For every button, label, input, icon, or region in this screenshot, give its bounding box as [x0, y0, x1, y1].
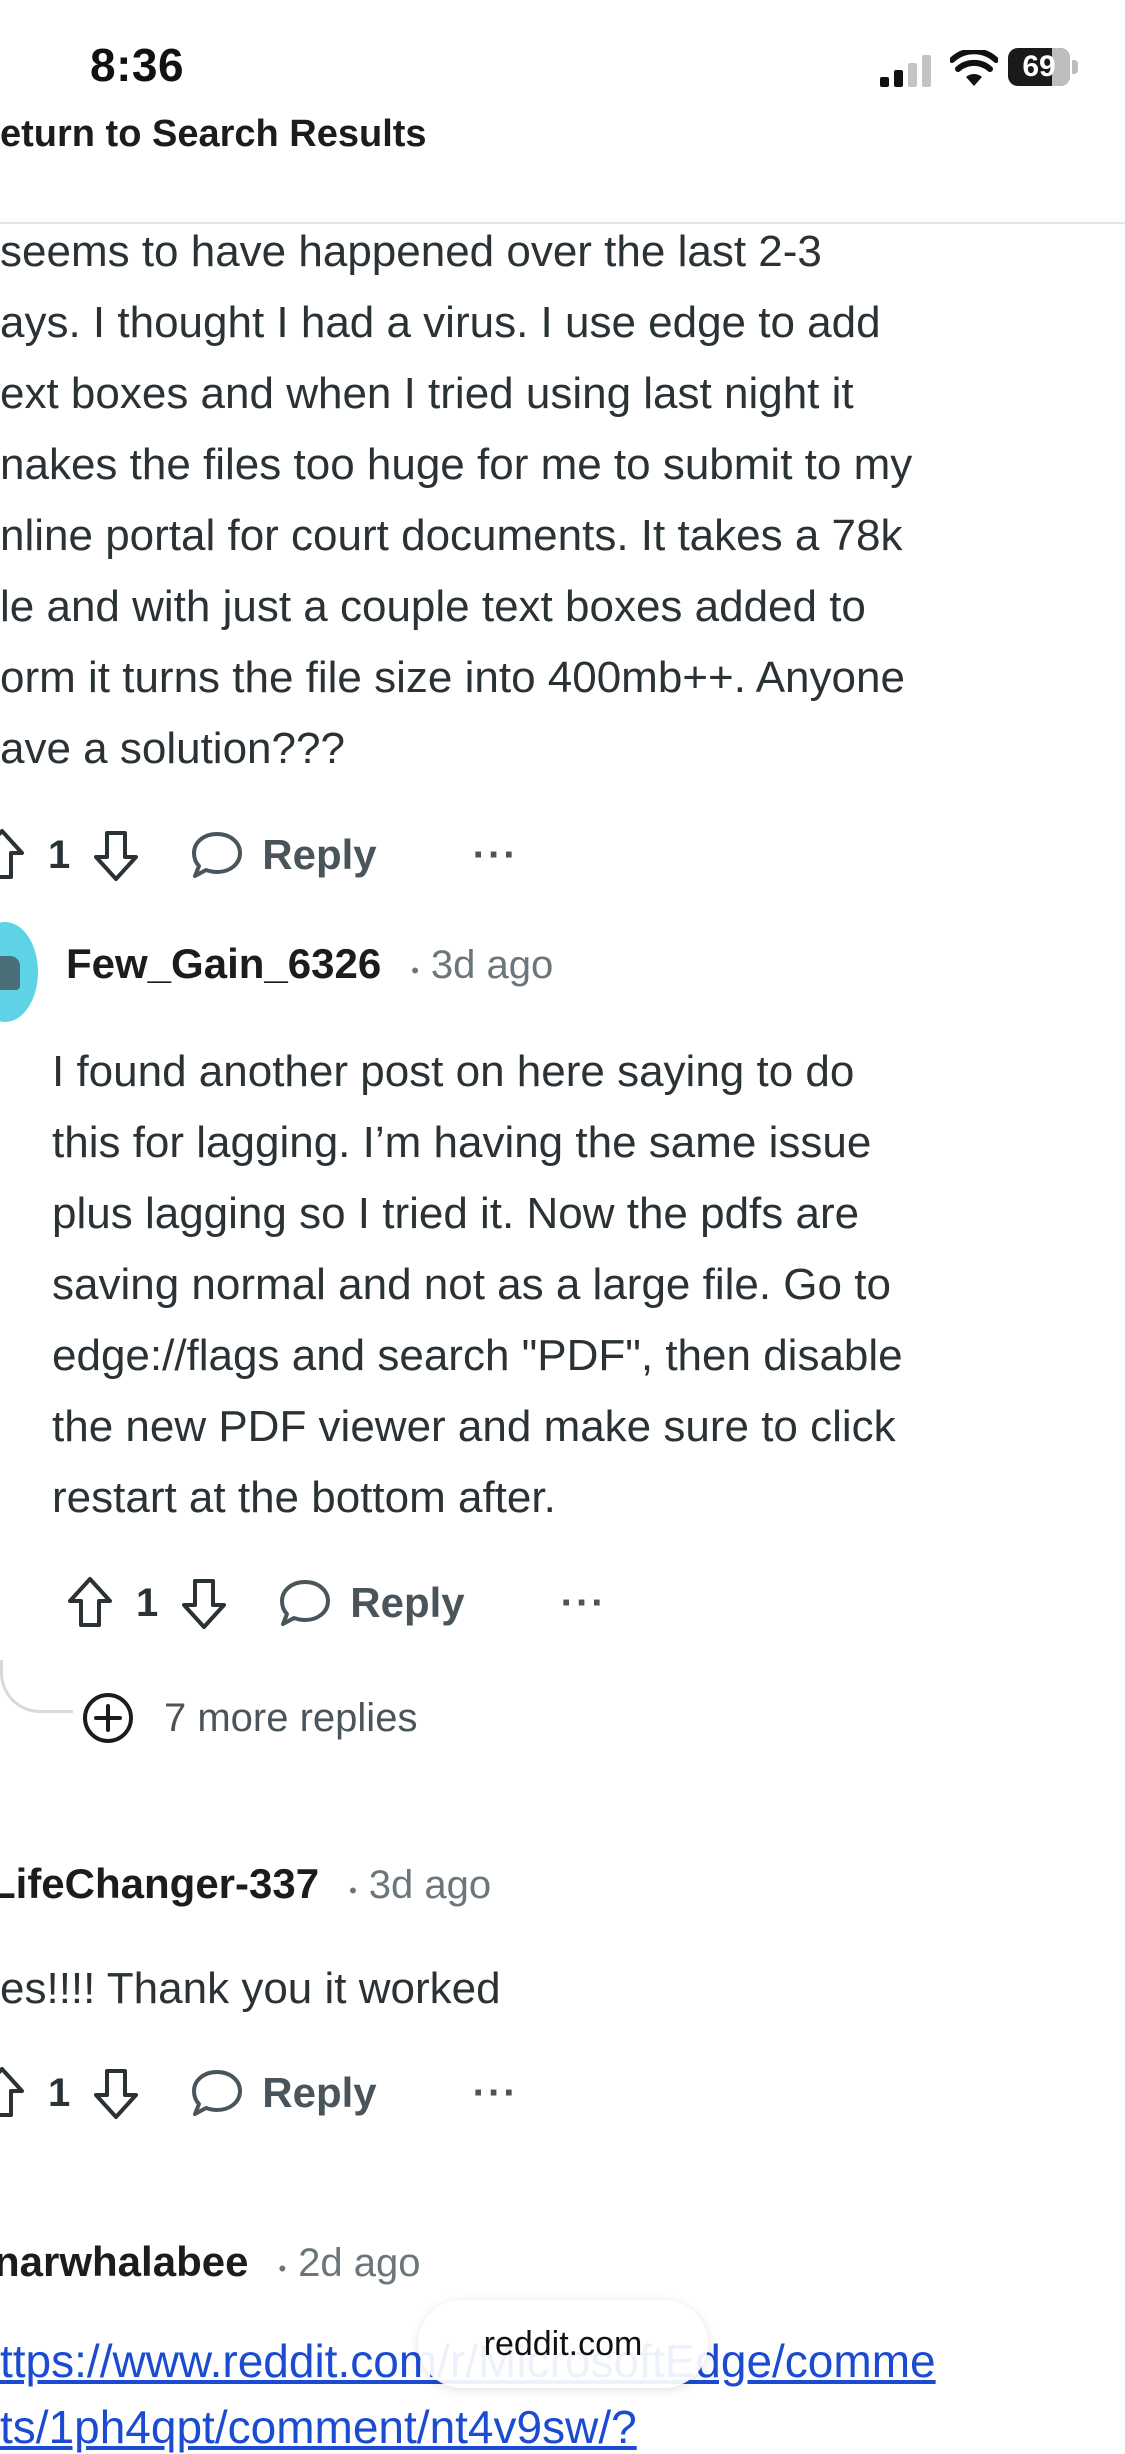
more-replies-button[interactable]: 7 more replies — [82, 1692, 417, 1744]
reply-label: Reply — [350, 1579, 465, 1626]
arrow-up-icon[interactable] — [66, 1575, 114, 1631]
separator-dot: • — [411, 958, 419, 983]
post-line: nakes the files too huge for me to submi… — [0, 440, 913, 489]
vote-count: 1 — [48, 832, 71, 877]
arrow-up-icon[interactable] — [0, 827, 26, 883]
speech-bubble-icon — [192, 2070, 243, 2116]
arrow-down-icon[interactable] — [180, 1575, 228, 1631]
comment-actions: 1 Reply ··· — [0, 2058, 519, 2128]
comment-time: 3d ago — [430, 943, 554, 987]
post-line: orm it turns the file size into 400mb++.… — [0, 653, 905, 702]
status-time: 8:36 — [90, 39, 185, 91]
post-line: ext boxes and when I tried using last ni… — [0, 369, 854, 418]
comment-time: 3d ago — [368, 1863, 492, 1907]
comment-line: saving normal and not as a large file. G… — [52, 1260, 891, 1309]
comment-line: edge://flags and search "PDF", then disa… — [52, 1331, 903, 1380]
reply-button[interactable]: Reply — [278, 1578, 465, 1628]
avatar[interactable] — [0, 922, 38, 1022]
comment-line: restart at the bottom after. — [52, 1473, 556, 1522]
speech-bubble-icon — [192, 832, 243, 878]
more-options-button[interactable]: ··· — [561, 1581, 607, 1626]
reply-label: Reply — [262, 831, 377, 878]
post-actions: 1 Reply ··· — [0, 820, 519, 890]
vote-count: 1 — [136, 1580, 159, 1625]
comment-author[interactable]: narwhalabee — [0, 2238, 248, 2286]
separator-dot: • — [349, 1878, 357, 1903]
browser-url-pill[interactable]: reddit.com — [418, 2300, 708, 2388]
arrow-down-icon[interactable] — [92, 827, 140, 883]
comment-line: plus lagging so I tried it. Now the pdfs… — [52, 1189, 860, 1238]
comment-body: I found another post on here saying to d… — [52, 1036, 1112, 1533]
comment-link[interactable]: ts/1ph4qpt/comment/nt4v9sw/? — [0, 2400, 637, 2454]
arrow-up-icon[interactable] — [0, 2065, 26, 2121]
post-line: seems to have happened over the last 2-3 — [0, 227, 822, 276]
post-line: ays. I thought I had a virus. I use edge… — [0, 298, 881, 347]
plus-circle-icon — [83, 1693, 133, 1743]
comment-actions: 1 Reply ··· — [66, 1568, 607, 1638]
arrow-down-icon[interactable] — [92, 2065, 140, 2121]
post-line: nline portal for court documents. It tak… — [0, 511, 903, 560]
comment-header: narwhalabee • 2d ago — [0, 2238, 421, 2286]
vote-count: 1 — [48, 2070, 71, 2115]
thread-line — [0, 1660, 73, 1713]
battery-level: 69 — [1022, 50, 1056, 83]
comment-author[interactable]: LifeChanger-337 — [0, 1860, 319, 1908]
reply-button[interactable]: Reply — [190, 830, 377, 880]
comment-line: I found another post on here saying to d… — [52, 1047, 855, 1096]
comment-body: es!!!! Thank you it worked — [0, 1964, 501, 2013]
speech-bubble-icon — [280, 1580, 331, 1626]
more-options-button[interactable]: ··· — [473, 2071, 519, 2116]
reply-button[interactable]: Reply — [190, 2068, 377, 2118]
return-to-search-results-link[interactable]: eturn to Search Results — [0, 113, 427, 156]
post-line: le and with just a couple text boxes add… — [0, 582, 866, 631]
cellular-signal-icon — [880, 55, 931, 87]
post-line: ave a solution??? — [0, 724, 345, 773]
comment-header: LifeChanger-337 • 3d ago — [0, 1860, 491, 1908]
comment-time: 2d ago — [298, 2241, 421, 2285]
comment-header: Few_Gain_6326 • 3d ago — [66, 940, 553, 988]
comment-line: this for lagging. I’m having the same is… — [52, 1118, 872, 1167]
comment-line: the new PDF viewer and make sure to clic… — [52, 1402, 896, 1451]
comment-author[interactable]: Few_Gain_6326 — [66, 940, 381, 988]
more-options-button[interactable]: ··· — [473, 833, 519, 878]
post-body: seems to have happened over the last 2-3… — [0, 216, 1125, 784]
separator-dot: • — [278, 2256, 287, 2281]
wifi-icon — [950, 50, 998, 86]
battery-icon: 69 — [1008, 48, 1080, 88]
reply-label: Reply — [262, 2069, 377, 2116]
more-replies-label: 7 more replies — [164, 1695, 418, 1740]
